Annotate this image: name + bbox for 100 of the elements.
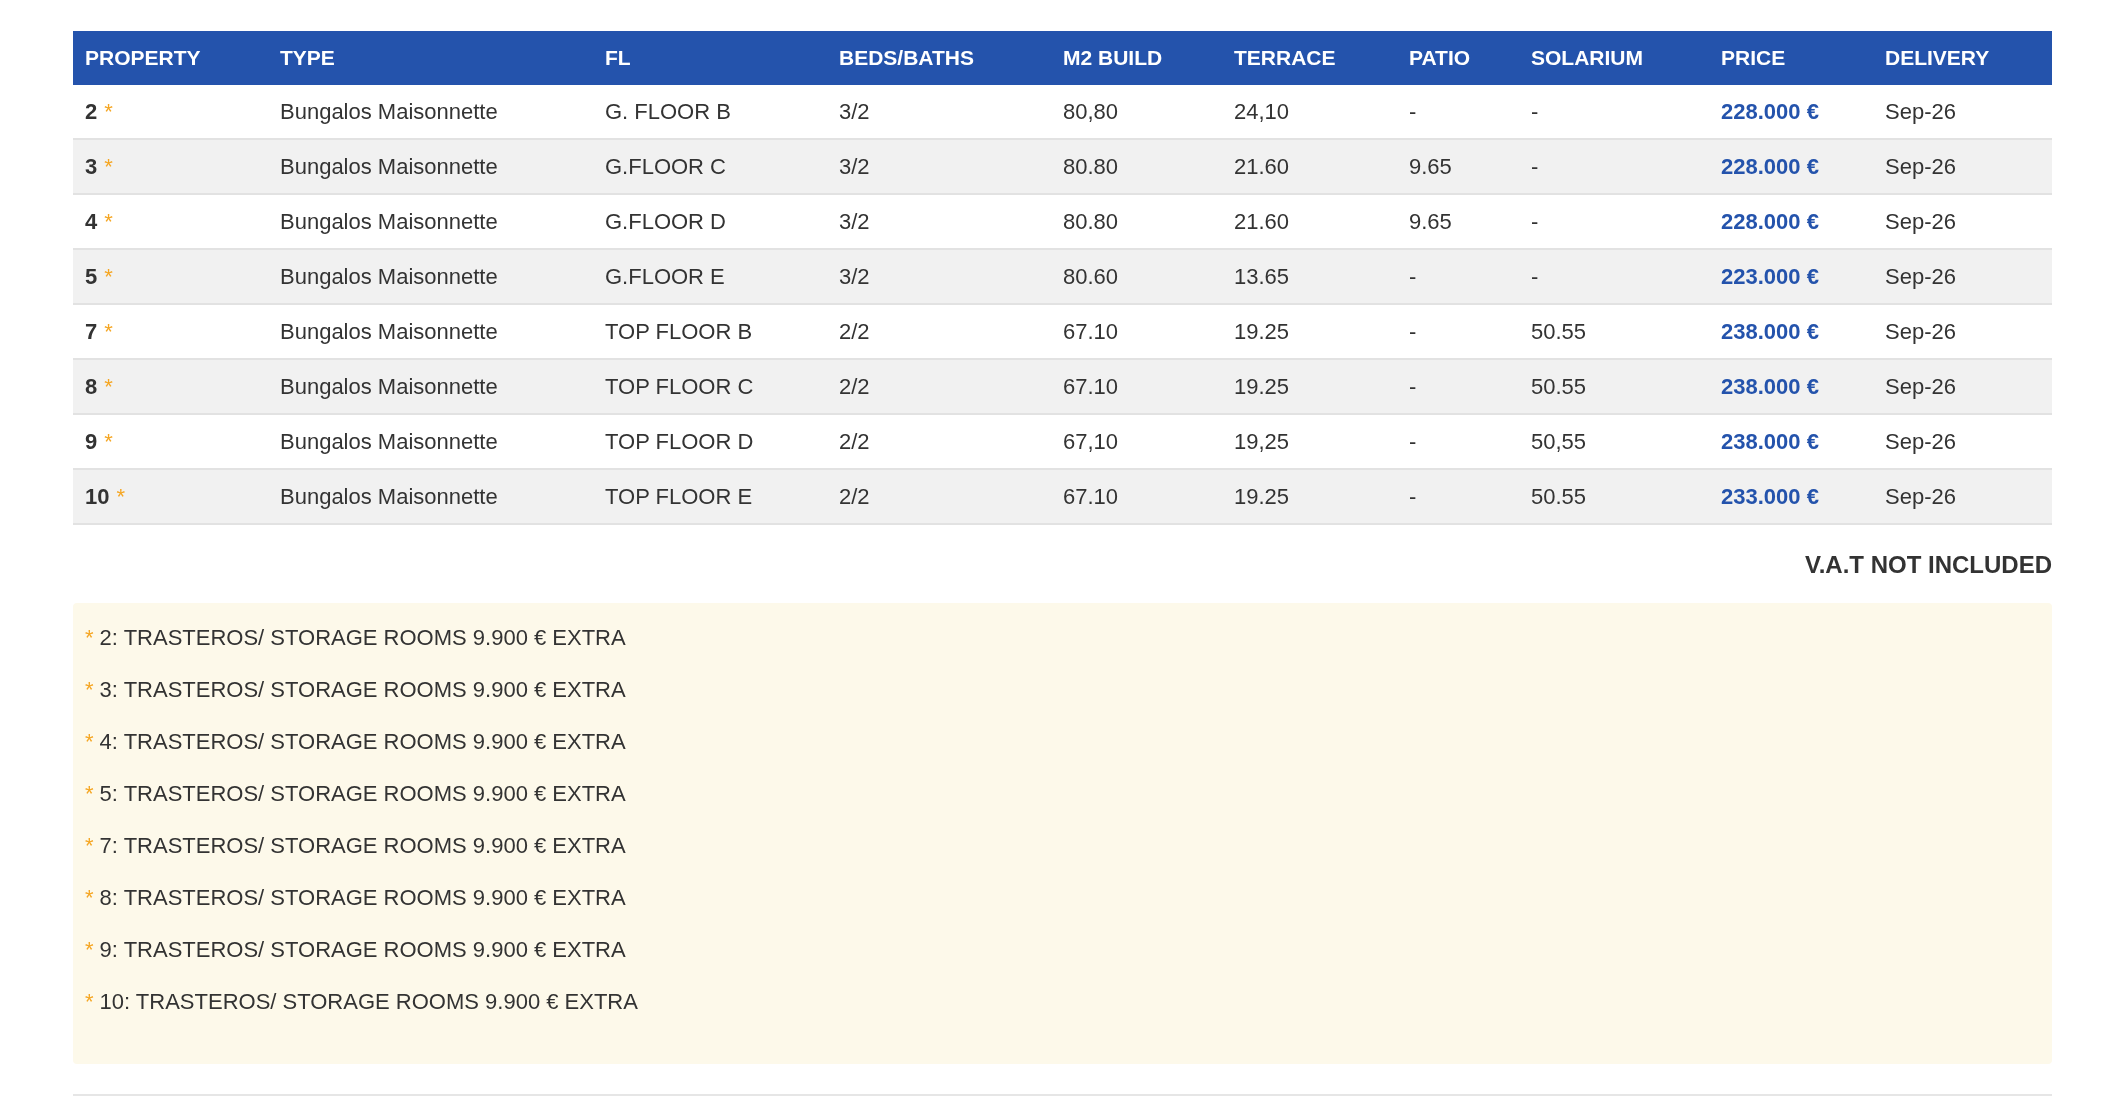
price-cell-text: 233.000 € xyxy=(1720,483,1820,510)
table-cell-text: 3/2 xyxy=(838,153,871,180)
table-cell-text: 67.10 xyxy=(1062,318,1120,345)
price-cell-text: 228.000 € xyxy=(1720,208,1820,235)
footnote-mark: * xyxy=(104,373,113,400)
footnote-mark: * xyxy=(85,729,94,755)
footnote-mark: * xyxy=(104,208,113,235)
column-header: TERRACE xyxy=(1233,46,1337,70)
table-cell-text: 24,10 xyxy=(1233,98,1291,125)
footnote-text: 4: TRASTEROS/ STORAGE ROOMS 9.900 € EXTRA xyxy=(99,729,626,755)
footnote-mark: * xyxy=(85,677,94,703)
column-header: FL xyxy=(604,46,632,70)
column-header: PRICE xyxy=(1720,46,1787,70)
table-cell-text: 2/2 xyxy=(838,373,871,400)
table-cell-text: TOP FLOOR C xyxy=(604,373,755,400)
footnote-text: 7: TRASTEROS/ STORAGE ROOMS 9.900 € EXTRA xyxy=(99,833,626,859)
table-cell-text: - xyxy=(1408,483,1418,510)
footnote-text: 8: TRASTEROS/ STORAGE ROOMS 9.900 € EXTRA xyxy=(99,885,626,911)
column-header: SOLARIUM xyxy=(1530,46,1644,70)
table-cell-text: - xyxy=(1530,208,1540,235)
table-cell-text: 2/2 xyxy=(838,428,871,455)
footnote-mark: * xyxy=(85,625,94,651)
table-cell-text: 19,25 xyxy=(1233,428,1291,455)
property-number: 2 xyxy=(85,98,98,125)
table-cell-text: 9.65 xyxy=(1408,153,1453,180)
table-cell-text: 3/2 xyxy=(838,98,871,125)
table-cell-text: 19.25 xyxy=(1233,318,1291,345)
table-cell-text: 50.55 xyxy=(1530,373,1588,400)
column-header: PATIO xyxy=(1408,46,1472,70)
table-cell-text: G.FLOOR E xyxy=(604,263,726,290)
table-cell-text: Sep-26 xyxy=(1884,373,1957,400)
footnote-text: 3: TRASTEROS/ STORAGE ROOMS 9.900 € EXTRA xyxy=(99,677,626,703)
table-cell-text: Bungalos Maisonnette xyxy=(279,428,499,455)
table-cell-text: 80,80 xyxy=(1062,98,1120,125)
table-cell-text: Sep-26 xyxy=(1884,483,1957,510)
property-number: 7 xyxy=(85,318,98,345)
footnote-mark: * xyxy=(104,428,113,455)
table-cell-text: 50.55 xyxy=(1530,318,1588,345)
table-cell-text: G.FLOOR D xyxy=(604,208,727,235)
table-cell-text: Sep-26 xyxy=(1884,98,1957,125)
table-cell-text: Bungalos Maisonnette xyxy=(279,318,499,345)
table-cell-text: 50,55 xyxy=(1530,428,1588,455)
table-cell-text: - xyxy=(1530,263,1540,290)
table-cell-text: TOP FLOOR D xyxy=(604,428,755,455)
table-cell-text: 67.10 xyxy=(1062,483,1120,510)
property-number: 5 xyxy=(85,263,98,290)
price-cell-text: 228.000 € xyxy=(1720,98,1820,125)
price-cell-text: 238.000 € xyxy=(1720,373,1820,400)
table-cell-text: TOP FLOOR B xyxy=(604,318,754,345)
footnote-mark: * xyxy=(116,483,126,510)
price-cell-text: 228.000 € xyxy=(1720,153,1820,180)
table-cell-text: 19.25 xyxy=(1233,483,1291,510)
table-cell-text: Sep-26 xyxy=(1884,263,1957,290)
table-cell-text: 2/2 xyxy=(838,318,871,345)
property-number: 3 xyxy=(85,153,98,180)
table-cell-text: 67,10 xyxy=(1062,428,1120,455)
footnote-text: 9: TRASTEROS/ STORAGE ROOMS 9.900 € EXTRA xyxy=(99,937,626,963)
table-cell-text: - xyxy=(1408,428,1418,455)
table-cell-text: 80.60 xyxy=(1062,263,1120,290)
footnote-mark: * xyxy=(104,153,113,180)
table-cell-text: 13.65 xyxy=(1233,263,1291,290)
footnote-mark: * xyxy=(85,781,94,807)
footnote-text: 10: TRASTEROS/ STORAGE ROOMS 9.900 € EXTRA xyxy=(99,989,638,1015)
column-header: PROPERTY xyxy=(84,46,202,70)
footnote-mark: * xyxy=(104,263,113,290)
table-cell-text: 21.60 xyxy=(1233,208,1291,235)
table-cell-text: Sep-26 xyxy=(1884,318,1957,345)
table-cell-text: Bungalos Maisonnette xyxy=(279,263,499,290)
table-cell-text: Sep-26 xyxy=(1884,428,1957,455)
table-cell-text: 80.80 xyxy=(1062,208,1120,235)
table-cell-text: 3/2 xyxy=(838,263,871,290)
column-header: BEDS/BATHS xyxy=(838,46,975,70)
price-cell-text: 238.000 € xyxy=(1720,318,1820,345)
table-cell-text: Sep-26 xyxy=(1884,153,1957,180)
table-cell-text: 9.65 xyxy=(1408,208,1453,235)
table-cell-text: 3/2 xyxy=(838,208,871,235)
table-cell-text: 80.80 xyxy=(1062,153,1120,180)
table-cell-text: Sep-26 xyxy=(1884,208,1957,235)
property-number: 10 xyxy=(85,483,110,510)
table-cell-text: Bungalos Maisonnette xyxy=(279,208,499,235)
footnote-text: 5: TRASTEROS/ STORAGE ROOMS 9.900 € EXTRA xyxy=(99,781,626,807)
table-cell-text: Bungalos Maisonnette xyxy=(279,98,499,125)
price-cell-text: 238.000 € xyxy=(1720,428,1820,455)
table-cell-text: - xyxy=(1408,263,1418,290)
footnote-mark: * xyxy=(85,937,94,963)
price-cell-text: 223.000 € xyxy=(1720,263,1820,290)
footnote-mark: * xyxy=(85,885,94,911)
footnote-mark: * xyxy=(85,833,94,859)
table-cell-text: 2/2 xyxy=(838,483,871,510)
table-cell-text: - xyxy=(1408,373,1418,400)
table-cell-text: - xyxy=(1530,98,1540,125)
table-cell-text: 21.60 xyxy=(1233,153,1291,180)
table-cell-text: TOP FLOOR E xyxy=(604,483,754,510)
vat-note: V.A.T NOT INCLUDED xyxy=(1804,551,2052,579)
property-number: 4 xyxy=(85,208,98,235)
table-cell-text: 67.10 xyxy=(1062,373,1120,400)
footnote-mark: * xyxy=(104,98,113,125)
table-cell-text: Bungalos Maisonnette xyxy=(279,153,499,180)
footnote-mark: * xyxy=(85,989,94,1015)
table-cell-text: G.FLOOR C xyxy=(604,153,727,180)
